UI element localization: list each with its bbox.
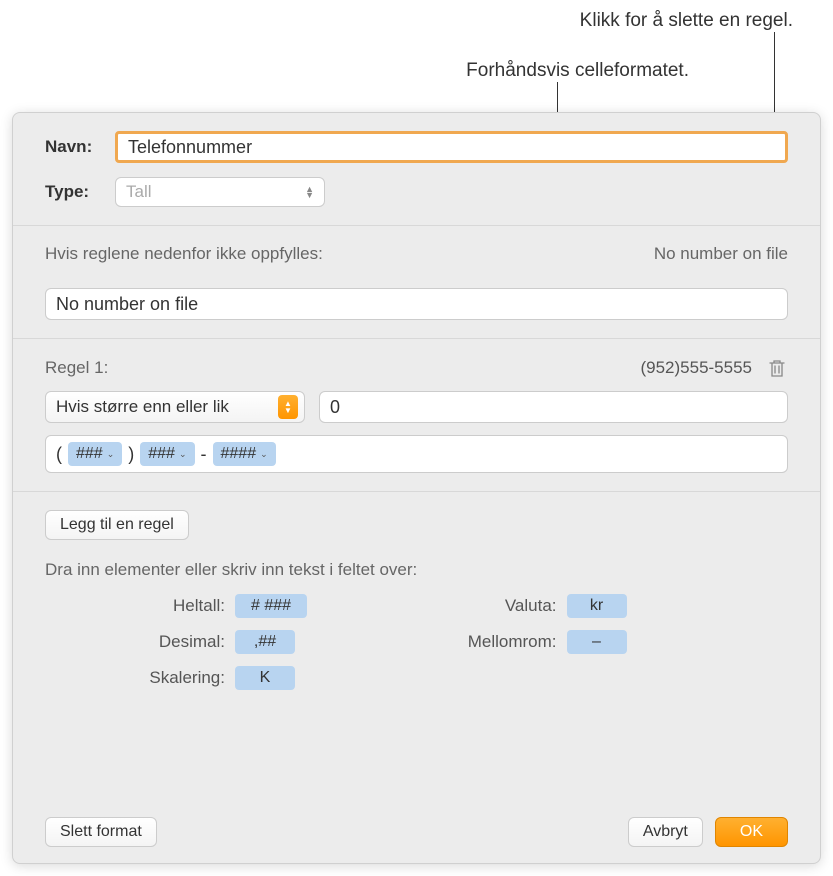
chevron-down-icon: ⌄ (179, 449, 187, 460)
trash-icon (768, 358, 786, 378)
callout-area: Klikk for å slette en regel. Forhåndsvis… (0, 0, 833, 112)
literal-char: ) (126, 444, 136, 465)
format-pattern-input[interactable]: ( ### ⌄ ) ### ⌄ - #### ⌄ (45, 435, 788, 473)
literal-char: - (199, 444, 209, 465)
fallback-input[interactable] (45, 288, 788, 320)
format-token[interactable]: ### ⌄ (140, 442, 194, 466)
currency-token[interactable]: kr (567, 594, 627, 618)
name-input[interactable] (115, 131, 788, 163)
compare-value-input[interactable] (319, 391, 788, 423)
tokens-palette: Heltall: # ### Valuta: kr Desimal: ,## M… (45, 594, 788, 690)
custom-format-dialog: Navn: Type: Tall ▲▼ Hvis reglene nedenfo… (12, 112, 821, 864)
decimal-label: Desimal: (135, 632, 225, 652)
fallback-preview: No number on file (654, 244, 788, 264)
chevron-down-icon: ⌄ (260, 449, 268, 460)
ok-button[interactable]: OK (715, 817, 788, 847)
literal-char: ( (54, 444, 64, 465)
delete-format-button[interactable]: Slett format (45, 817, 157, 847)
type-value: Tall (126, 182, 152, 202)
callout-delete-rule: Klikk for å slette en regel. (580, 10, 793, 32)
delete-rule-button[interactable] (766, 357, 788, 379)
scale-label: Skalering: (135, 668, 225, 688)
dialog-footer: Slett format Avbryt OK (13, 801, 820, 863)
drag-hint: Dra inn elementer eller skriv inn tekst … (45, 560, 788, 580)
currency-label: Valuta: (467, 596, 557, 616)
space-label: Mellomrom: (467, 632, 557, 652)
type-select[interactable]: Tall ▲▼ (115, 177, 325, 207)
type-label: Type: (45, 182, 115, 202)
condition-select[interactable]: Hvis større enn eller lik ▲▼ (45, 391, 305, 423)
chevron-down-icon: ⌄ (107, 449, 115, 460)
add-rule-button[interactable]: Legg til en regel (45, 510, 189, 540)
format-token[interactable]: ### ⌄ (68, 442, 122, 466)
rule-preview: (952)555-5555 (640, 358, 752, 378)
decimal-token[interactable]: ,## (235, 630, 295, 654)
format-token[interactable]: #### ⌄ (213, 442, 276, 466)
cancel-button[interactable]: Avbryt (628, 817, 703, 847)
fallback-heading: Hvis reglene nedenfor ikke oppfylles: (45, 244, 323, 264)
scale-token[interactable]: K (235, 666, 295, 690)
integer-token[interactable]: # ### (235, 594, 307, 618)
space-token[interactable]: – (567, 630, 627, 654)
chevron-updown-icon: ▲▼ (278, 395, 298, 419)
name-label: Navn: (45, 137, 115, 157)
callout-preview-format: Forhåndsvis celleformatet. (466, 60, 689, 82)
integer-label: Heltall: (135, 596, 225, 616)
chevron-updown-icon: ▲▼ (305, 186, 314, 198)
rule-title: Regel 1: (45, 358, 108, 378)
condition-value: Hvis større enn eller lik (56, 397, 229, 417)
